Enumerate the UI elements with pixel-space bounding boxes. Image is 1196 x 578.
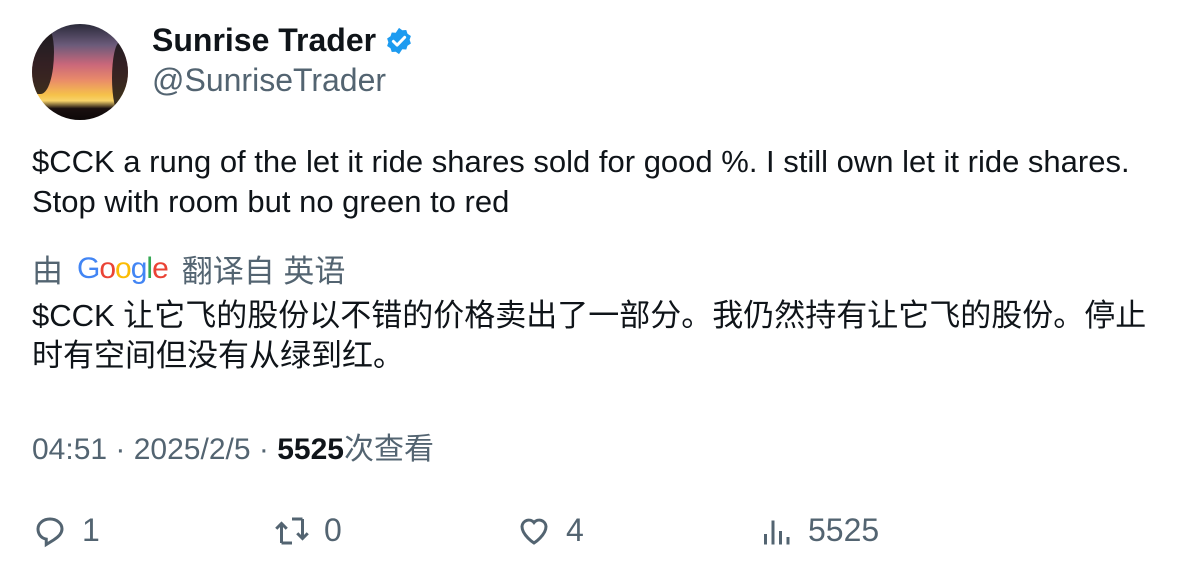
google-logo: Google — [77, 251, 169, 285]
author-handle[interactable]: @SunriseTrader — [152, 62, 386, 99]
author-name-row[interactable]: Sunrise Trader — [152, 22, 414, 59]
tweet-text: $CCK a rung of the let it ride shares so… — [32, 144, 1130, 219]
views-count: 5525 — [808, 512, 880, 548]
reply-icon — [36, 516, 64, 547]
view-count: 5525 — [277, 433, 344, 466]
tweet-date[interactable]: 2025/2/5 — [134, 433, 251, 466]
like-button[interactable]: 4 — [516, 512, 584, 549]
translation-prefix: 由 — [32, 254, 63, 289]
avatar-tree-left — [32, 24, 54, 94]
translation-attribution: 由 Google 翻译自 英语 — [32, 246, 345, 291]
retweet-count: 0 — [324, 512, 342, 548]
reply-button[interactable]: 1 — [32, 512, 100, 549]
avatar[interactable] — [32, 24, 128, 120]
heart-icon — [520, 518, 548, 545]
views-button[interactable]: 5525 — [758, 512, 879, 549]
separator: · — [250, 433, 278, 466]
views-label: 次查看 — [343, 433, 434, 466]
translated-text: $CCK 让它飞的股份以不错的价格卖出了一部分。我仍然持有让它飞的股份。停止时有… — [32, 298, 1147, 373]
tweet-time[interactable]: 04:51 — [32, 433, 107, 466]
verified-badge-icon — [387, 27, 411, 54]
translation-suffix: 翻译自 英语 — [181, 254, 346, 289]
author-name[interactable]: Sunrise Trader — [152, 22, 376, 59]
reply-count: 1 — [82, 512, 100, 548]
tweet-meta: 04:51 · 2025/2/5 · 5525次查看 — [32, 424, 434, 468]
views-chart-icon — [764, 520, 790, 544]
retweet-button[interactable]: 0 — [274, 512, 342, 549]
like-count: 4 — [566, 512, 584, 548]
separator: · — [107, 433, 134, 466]
avatar-tree-right — [112, 42, 128, 114]
retweet-icon — [275, 517, 309, 544]
